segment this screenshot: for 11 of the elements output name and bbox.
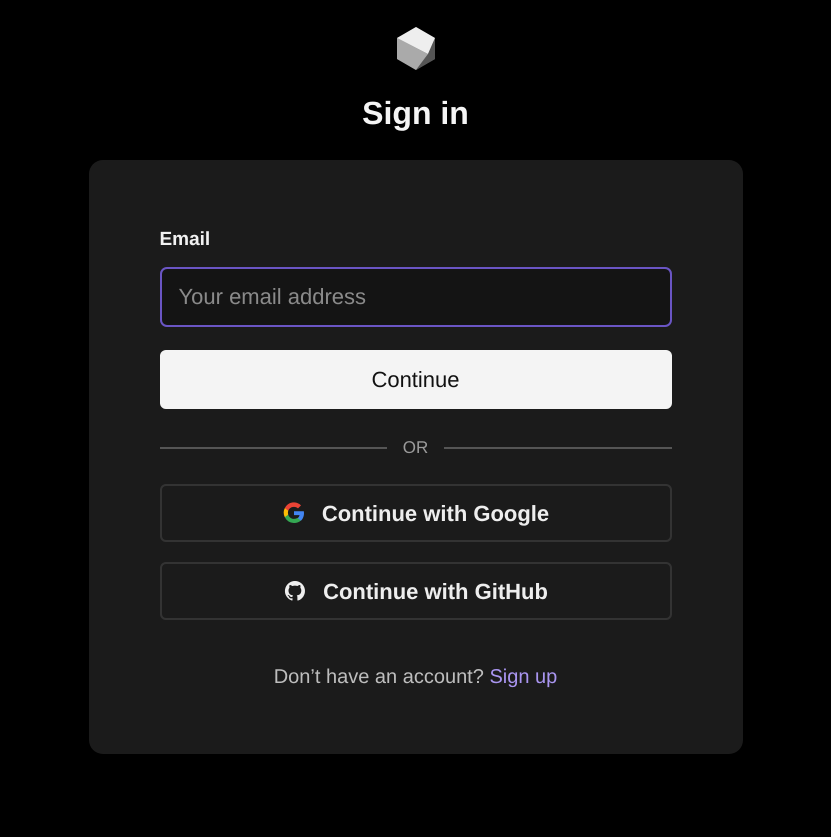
social-login-button[interactable]: Continue with GitHub — [160, 562, 672, 620]
email-label: Email — [160, 228, 210, 252]
google-icon — [282, 501, 306, 526]
sign-up-link[interactable]: Sign up — [489, 666, 558, 688]
email-field[interactable]: Your email address — [160, 266, 672, 327]
divider-text: OR — [402, 436, 428, 459]
footer-text: Don’t have an account? — [274, 666, 484, 688]
page-title: Sign in — [361, 94, 470, 132]
github-icon — [283, 579, 308, 604]
continue-button[interactable]: Continue — [160, 350, 672, 409]
social-login-button[interactable]: Continue with Google — [160, 484, 672, 542]
